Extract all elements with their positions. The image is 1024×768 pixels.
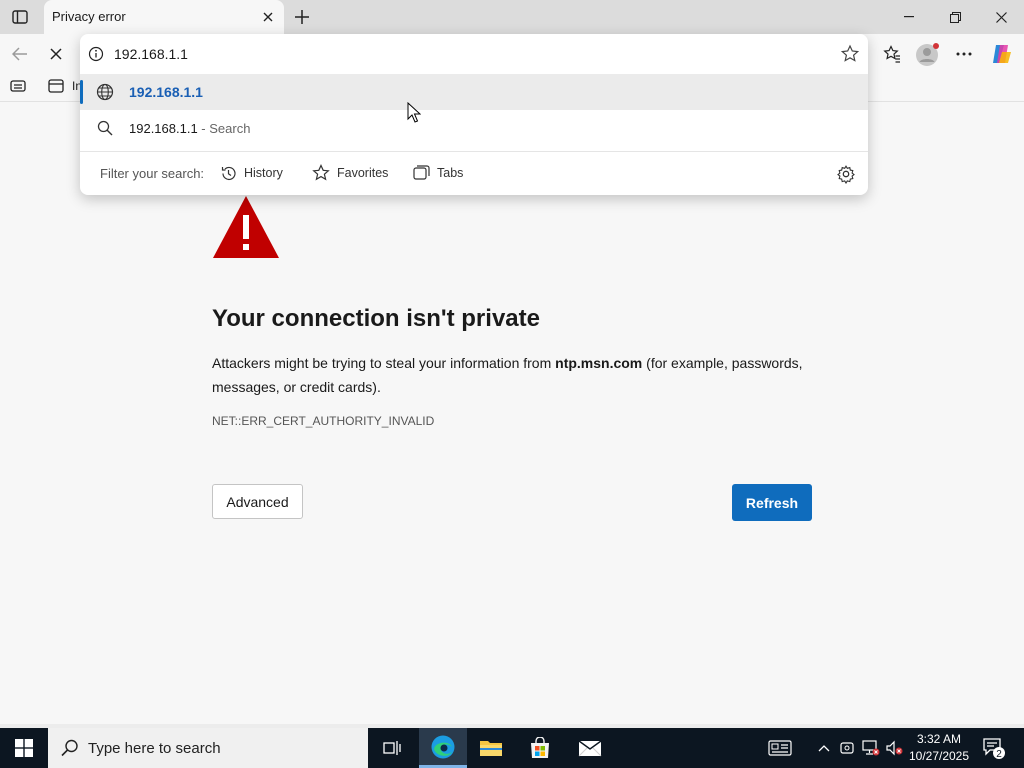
news-widget-icon[interactable] bbox=[767, 738, 793, 758]
address-input[interactable]: 192.168.1.1 bbox=[114, 46, 188, 62]
profile-avatar-icon[interactable] bbox=[912, 38, 944, 70]
filter-row: Filter your search: History Favorites Ta… bbox=[80, 152, 868, 195]
tab-actions-icon[interactable] bbox=[6, 5, 34, 29]
tab-privacy-error[interactable]: Privacy error bbox=[44, 0, 284, 34]
task-view-icon[interactable] bbox=[368, 728, 416, 768]
edge-browser-taskbar-icon[interactable] bbox=[419, 728, 467, 768]
filter-tabs[interactable]: Tabs bbox=[413, 160, 463, 186]
chevron-up-icon[interactable] bbox=[814, 738, 834, 758]
taskbar-search-placeholder: Type here to search bbox=[88, 739, 221, 757]
error-domain: ntp.msn.com bbox=[555, 355, 643, 371]
tabs-icon bbox=[413, 165, 430, 180]
suggestion-url-text: 192.168.1.1 bbox=[129, 84, 203, 100]
tab-strip: Privacy error bbox=[0, 0, 1024, 34]
stop-loading-icon[interactable] bbox=[40, 38, 72, 70]
favorites-bar-item[interactable]: In bbox=[48, 78, 82, 94]
search-icon bbox=[61, 739, 78, 757]
clock-time: 3:32 AM bbox=[916, 732, 962, 746]
windows-start-icon[interactable] bbox=[0, 728, 48, 768]
taskbar: Type here to search 3:32 AM 10/27/2025 2 bbox=[0, 728, 1024, 768]
new-tab-icon[interactable] bbox=[290, 6, 314, 28]
restore-icon[interactable] bbox=[932, 0, 978, 34]
close-tab-icon[interactable] bbox=[260, 9, 276, 25]
address-bar[interactable]: 192.168.1.1 bbox=[80, 34, 868, 74]
minimize-icon[interactable] bbox=[886, 0, 932, 34]
notification-center-icon[interactable]: 2 bbox=[982, 736, 1006, 760]
warning-triangle-icon bbox=[213, 196, 279, 258]
file-explorer-icon[interactable] bbox=[467, 728, 515, 768]
filter-favorites[interactable]: Favorites bbox=[312, 160, 388, 186]
taskbar-search-box[interactable]: Type here to search bbox=[48, 728, 368, 768]
import-favorites-icon bbox=[48, 79, 64, 93]
suggestion-url[interactable]: 192.168.1.1 bbox=[80, 74, 868, 110]
clock-date: 10/27/2025 bbox=[908, 749, 970, 763]
volume-muted-icon[interactable] bbox=[884, 738, 904, 758]
favorites-star-icon bbox=[312, 164, 330, 181]
address-bar-dropdown: 192.168.1.1 192.168.1.1 192.168.1.1 - Se… bbox=[80, 34, 868, 195]
more-options-icon[interactable] bbox=[948, 38, 980, 70]
close-window-icon[interactable] bbox=[978, 0, 1024, 34]
history-icon bbox=[221, 166, 236, 180]
refresh-button[interactable]: Refresh bbox=[732, 484, 812, 521]
page-title: Your connection isn't private bbox=[212, 305, 540, 332]
reading-mode-icon[interactable] bbox=[4, 72, 32, 100]
site-info-icon[interactable] bbox=[88, 46, 104, 62]
scrollbar-track[interactable] bbox=[1010, 102, 1024, 726]
globe-icon bbox=[96, 83, 114, 101]
copilot-icon[interactable] bbox=[986, 38, 1018, 70]
mouse-cursor-icon bbox=[407, 102, 421, 123]
selection-indicator bbox=[80, 80, 83, 104]
search-icon bbox=[97, 120, 113, 136]
error-code: NET::ERR_CERT_AUTHORITY_INVALID bbox=[212, 414, 435, 428]
mail-icon[interactable] bbox=[566, 728, 614, 768]
suggestion-search-text: 192.168.1.1 - Search bbox=[129, 121, 251, 136]
microsoft-store-icon[interactable] bbox=[516, 728, 564, 768]
suggestion-search[interactable]: 192.168.1.1 - Search bbox=[80, 110, 868, 146]
filter-history[interactable]: History bbox=[220, 160, 283, 186]
system-clock[interactable]: 3:32 AM 10/27/2025 bbox=[906, 731, 972, 765]
gear-icon[interactable] bbox=[836, 164, 856, 184]
tab-title: Privacy error bbox=[52, 9, 126, 24]
meet-now-icon[interactable] bbox=[837, 738, 857, 758]
add-favorite-star-icon[interactable] bbox=[840, 44, 860, 64]
network-disconnected-icon[interactable] bbox=[861, 738, 881, 758]
back-icon[interactable] bbox=[4, 38, 36, 70]
favorites-icon[interactable] bbox=[876, 38, 908, 70]
notification-count: 2 bbox=[996, 749, 1002, 760]
advanced-button[interactable]: Advanced bbox=[212, 484, 303, 519]
error-description: Attackers might be trying to steal your … bbox=[212, 355, 803, 395]
filter-label: Filter your search: bbox=[100, 166, 205, 181]
